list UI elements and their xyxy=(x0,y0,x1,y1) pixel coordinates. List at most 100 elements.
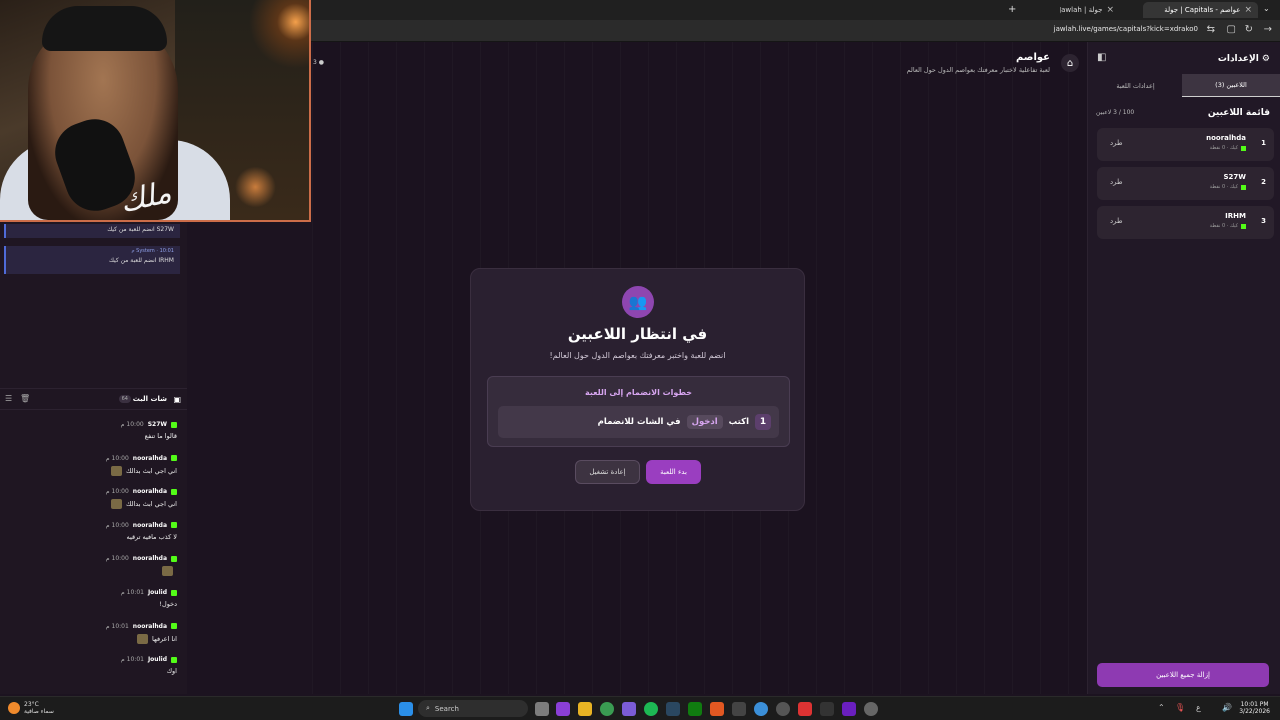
weather-widget[interactable]: 23°C سماء صافية xyxy=(8,701,54,715)
discord-icon[interactable] xyxy=(622,702,636,716)
chat-time: 10:01 م xyxy=(105,622,129,630)
restart-button[interactable]: إعادة تشغيل xyxy=(575,460,640,484)
chat-username[interactable]: nooralhda xyxy=(133,488,167,495)
app-icon[interactable] xyxy=(820,702,834,716)
app-icon[interactable] xyxy=(842,702,856,716)
close-icon[interactable]: × xyxy=(1106,5,1114,15)
system-message: S27W انضم للعبة من كيك xyxy=(4,224,180,238)
settings-panel: ⚙ الإعدادات ◧ اللاعبين (3) إعدادات اللعب… xyxy=(1087,42,1280,694)
emote-icon xyxy=(162,566,173,577)
url-field[interactable]: jawlah.live/games/capitals?kick=xdrako0 xyxy=(1054,25,1198,33)
player-meta: كيك · 0 نقطة xyxy=(1210,145,1246,151)
trash-icon[interactable]: 🗑 xyxy=(20,394,30,403)
game-header: عواصم لعبة تفاعلية لاختبار معرفتك بعواصم… xyxy=(907,52,1050,74)
tab-label: عواصم - Capitals | جولة xyxy=(1164,6,1241,14)
home-button[interactable]: ⌂ xyxy=(1061,54,1079,72)
app-icon[interactable] xyxy=(556,702,570,716)
system-message-text: S27W انضم للعبة من كيك xyxy=(107,226,174,233)
browser-tab-capitals[interactable]: × عواصم - Capitals | جولة xyxy=(1143,2,1258,18)
settings-title: ⚙ الإعدادات xyxy=(1218,54,1270,64)
chat-time: 10:00 م xyxy=(105,555,129,563)
webcam-overlay: ملك xyxy=(0,0,311,222)
kick-badge-icon xyxy=(171,488,177,495)
forward-icon[interactable]: → xyxy=(1264,24,1272,35)
site-settings-icon[interactable]: ⇆ xyxy=(1207,24,1215,35)
search-label: Search xyxy=(434,704,459,713)
game-title: عواصم xyxy=(1015,52,1050,63)
collapse-panel-icon[interactable]: ◧ xyxy=(1097,52,1106,63)
chat-username[interactable]: nooralhda xyxy=(133,455,167,462)
players-count: 100 / 3 لاعبين xyxy=(1096,109,1135,116)
players-list-title: قائمة اللاعبين xyxy=(1207,108,1270,118)
tab-game-settings[interactable]: إعدادات اللعبة xyxy=(1088,74,1183,97)
app-icon[interactable] xyxy=(754,702,768,716)
task-view-icon[interactable] xyxy=(535,702,549,716)
remove-all-players-button[interactable]: إزالة جميع اللاعبين xyxy=(1097,663,1269,687)
clock-date: 3/22/2026 xyxy=(1239,708,1270,715)
browser-tab-jawlah[interactable]: × جولة | Jawlah - منصة الألعاب الت xyxy=(1060,2,1120,18)
tab-players[interactable]: اللاعبين (3) xyxy=(1182,74,1280,97)
list-icon[interactable]: ☰ xyxy=(5,394,12,403)
app-icon[interactable] xyxy=(798,702,812,716)
chat-username[interactable]: S27W xyxy=(148,421,167,428)
close-icon[interactable]: × xyxy=(1244,5,1252,15)
chat-header: ▣ شات البث 64 🗑 ☰ xyxy=(0,388,187,410)
modal-subheading: انضم للعبة واختبر معرفتك بعواصم الدول حو… xyxy=(549,351,726,360)
kick-badge-icon xyxy=(171,656,177,663)
chat-username[interactable]: nooralhda xyxy=(133,555,167,562)
mic-icon[interactable]: 🎙 xyxy=(1175,703,1185,712)
system-user: System xyxy=(136,248,155,254)
chat-username[interactable]: Joulid xyxy=(148,589,167,596)
epic-icon[interactable] xyxy=(732,702,746,716)
copy-icon[interactable]: ▢ xyxy=(1227,24,1236,35)
chevron-down-icon[interactable]: ⌄ xyxy=(1263,4,1270,13)
chat-time: 10:00 م xyxy=(120,421,144,428)
chat-icon: ▣ xyxy=(173,395,181,404)
tab-label: جولة | Jawlah - منصة الألعاب الت xyxy=(1060,6,1103,14)
kick-player-button[interactable]: طرد xyxy=(1110,217,1123,225)
game-stage: 3 ● عواصم لعبة تفاعلية لاختبار معرفتك بع… xyxy=(312,42,1087,694)
chat-username[interactable]: nooralhda xyxy=(133,623,167,630)
players-icon: 👥 xyxy=(622,286,654,318)
steps-title: خطوات الانضمام إلى اللعبة xyxy=(584,388,692,397)
kick-badge-icon xyxy=(171,555,177,562)
chat-text: لا كذب مافيه ترقيه xyxy=(126,532,178,541)
steam-icon[interactable] xyxy=(666,702,680,716)
language-icon[interactable]: ع xyxy=(1196,703,1201,712)
start-game-button[interactable]: بدء اللعبة xyxy=(646,460,701,484)
start-icon[interactable] xyxy=(399,702,413,716)
obs-icon[interactable] xyxy=(776,702,790,716)
kick-badge-icon xyxy=(171,623,177,630)
kick-player-button[interactable]: طرد xyxy=(1110,178,1123,186)
kick-player-button[interactable]: طرد xyxy=(1110,139,1123,147)
kick-badge-icon xyxy=(1241,184,1246,190)
chrome-icon[interactable] xyxy=(600,702,614,716)
app-icon[interactable] xyxy=(710,702,724,716)
player-name: IRHM xyxy=(1225,212,1246,220)
clock[interactable]: 10:01 PM 3/22/2026 xyxy=(1239,701,1270,715)
chat-message: nooralhda 10:00 م اني اجي ابث بدالك xyxy=(7,455,177,476)
player-meta-text: كيك · 0 نقطة xyxy=(1209,184,1238,190)
xbox-icon[interactable] xyxy=(688,702,702,716)
chat-username[interactable]: Joulid xyxy=(148,656,167,663)
settings-icon[interactable] xyxy=(864,702,878,716)
chat-message: nooralhda 10:00 م اني اجي ابث بدالك xyxy=(7,488,177,510)
kick-badge-icon xyxy=(1241,145,1246,151)
taskbar-search[interactable]: ⌕ Search xyxy=(418,700,528,717)
file-explorer-icon[interactable] xyxy=(578,702,592,716)
chat-username[interactable]: nooralhda xyxy=(133,522,167,529)
join-steps-box: خطوات الانضمام إلى اللعبة 1 اكتب ادخول ف… xyxy=(487,376,790,447)
chat-count-badge: 64 xyxy=(118,395,131,403)
reload-icon[interactable]: ↻ xyxy=(1245,24,1253,35)
step-command: ادخول xyxy=(686,415,723,429)
player-meta: كيك · 0 نقطة xyxy=(1210,184,1246,190)
chat-message: nooralhda 10:01 م انا اعرفها xyxy=(7,623,177,644)
modal-heading: في انتظار اللاعبين xyxy=(567,325,708,343)
player-meta: كيك · 0 نقطة xyxy=(1210,223,1246,229)
spotify-icon[interactable] xyxy=(644,702,658,716)
new-tab-icon[interactable]: + xyxy=(1008,4,1016,15)
tray-chevron-icon[interactable]: ⌃ xyxy=(1158,703,1165,712)
volume-icon[interactable]: 🔊 xyxy=(1222,703,1232,712)
windows-taskbar: 23°C سماء صافية ⌕ Search ⌃ 🎙 ع 🔊 10:01 P… xyxy=(0,696,1280,720)
home-icon: ⌂ xyxy=(1066,57,1074,69)
